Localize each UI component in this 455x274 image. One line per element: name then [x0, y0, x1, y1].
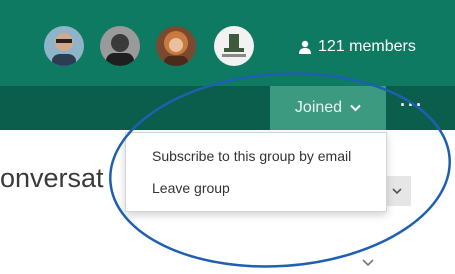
member-avatar-1[interactable] [44, 26, 84, 66]
person-icon [299, 40, 311, 54]
members-label: 121 members [318, 38, 416, 55]
collapse-button[interactable] [362, 256, 374, 270]
joined-label: Joined [294, 99, 343, 116]
chevron-down-icon [362, 259, 374, 267]
chevron-down-icon [350, 104, 361, 112]
conversations-heading: onversat [0, 163, 104, 193]
joined-button[interactable]: Joined [270, 86, 386, 130]
group-header: 121 members [0, 0, 455, 86]
member-avatar-4[interactable] [214, 26, 254, 66]
chevron-down-icon [392, 187, 402, 194]
group-toolbar [0, 86, 455, 130]
more-icon: ··· [400, 95, 424, 115]
member-avatar-2[interactable] [100, 26, 140, 66]
member-avatar-3[interactable] [156, 26, 196, 66]
more-options-button[interactable]: ··· [400, 95, 424, 116]
group-menu-dropdown: Subscribe to this group by email Leave g… [125, 132, 387, 212]
subscribe-by-email-option[interactable]: Subscribe to this group by email [152, 148, 351, 164]
leave-group-option[interactable]: Leave group [152, 180, 230, 196]
members-count[interactable]: 121 members [298, 38, 416, 56]
filter-dropdown-button[interactable] [383, 176, 411, 206]
